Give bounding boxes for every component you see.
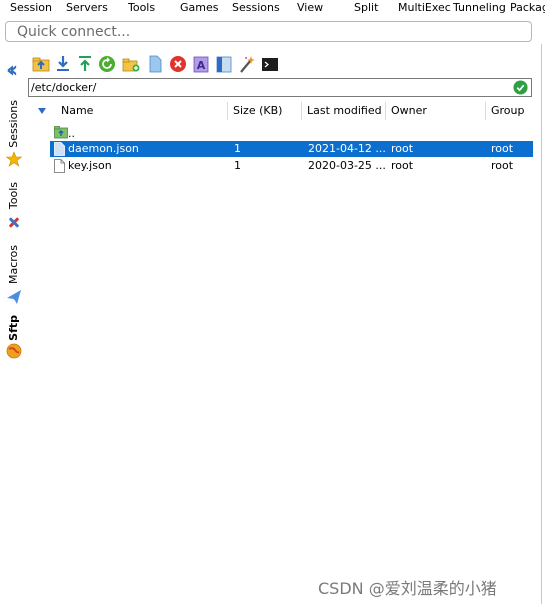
right-divider [541, 44, 542, 604]
column-size[interactable]: Size (KB) [233, 100, 282, 122]
tab-macros-label: Macros [7, 245, 20, 285]
file-group: root [491, 159, 514, 172]
path-bar[interactable]: /etc/docker/ [28, 78, 532, 97]
file-modified: 2020-03-25 ... [308, 159, 386, 172]
refresh-icon[interactable] [98, 54, 116, 74]
file-list-header: Name Size (KB) Last modified Owner Group [30, 100, 534, 122]
send-icon [7, 290, 21, 304]
table-row[interactable]: .. [50, 124, 533, 140]
collapse-sidebar-icon[interactable]: ‹‹ [6, 60, 18, 82]
path-text: /etc/docker/ [31, 81, 97, 94]
tab-sessions-label: Sessions [7, 100, 20, 148]
parent-folder-icon [54, 126, 68, 139]
column-separator [301, 102, 302, 120]
menu-multiexec[interactable]: MultiExec [398, 0, 451, 15]
column-separator [385, 102, 386, 120]
svg-text:A: A [197, 59, 206, 72]
quick-connect-input[interactable] [6, 22, 517, 41]
file-name: key.json [68, 159, 112, 172]
menu-session[interactable]: Session [10, 0, 52, 15]
download-icon[interactable] [54, 54, 72, 74]
column-separator [227, 102, 228, 120]
tab-macros[interactable]: Macros [5, 245, 23, 285]
table-row[interactable]: daemon.json 1 2021-04-12 ... root root [50, 141, 533, 157]
column-group[interactable]: Group [491, 100, 525, 122]
menu-tunneling[interactable]: Tunneling [453, 0, 506, 15]
checkmark-icon[interactable] [513, 80, 528, 95]
tab-tools[interactable]: Tools [5, 182, 23, 212]
tools-icon [9, 217, 19, 228]
file-owner: root [391, 159, 414, 172]
parent-folder-icon[interactable] [32, 54, 50, 74]
menu-sessions[interactable]: Sessions [232, 0, 280, 15]
magic-wand-icon[interactable] [238, 54, 256, 74]
tab-sessions[interactable]: Sessions [5, 100, 23, 148]
file-size: 1 [234, 159, 241, 172]
file-icon [54, 142, 65, 156]
menu-servers[interactable]: Servers [66, 0, 108, 15]
file-group: root [491, 142, 514, 155]
file-size: 1 [234, 142, 241, 155]
new-file-icon[interactable] [146, 54, 164, 74]
file-modified: 2021-04-12 ... [308, 142, 386, 155]
star-icon [6, 151, 22, 167]
menu-tools[interactable]: Tools [128, 0, 155, 15]
menu-packages[interactable]: Packag [510, 0, 545, 15]
tab-tools-label: Tools [7, 182, 20, 210]
file-name: .. [68, 127, 75, 140]
rename-icon[interactable]: A [192, 54, 210, 74]
tab-sftp-label: Sftp [7, 315, 20, 341]
column-separator [485, 102, 486, 120]
properties-icon[interactable] [215, 54, 233, 74]
menu-games[interactable]: Games [180, 0, 218, 15]
column-modified[interactable]: Last modified [307, 100, 382, 122]
sort-arrow-icon[interactable] [38, 108, 46, 114]
menu-view[interactable]: View [297, 0, 323, 15]
terminal-icon[interactable] [261, 54, 279, 74]
column-name[interactable]: Name [61, 100, 93, 122]
table-row[interactable]: key.json 1 2020-03-25 ... root root [50, 158, 533, 174]
menu-split[interactable]: Split [354, 0, 378, 15]
new-folder-icon[interactable] [122, 54, 140, 74]
watermark: CSDN @爱刘温柔的小猪 [318, 579, 497, 598]
delete-icon[interactable] [169, 54, 187, 74]
file-owner: root [391, 142, 414, 155]
quick-connect-box [5, 21, 532, 42]
menu-bar: Session Servers Tools Games Sessions Vie… [0, 0, 545, 16]
file-name: daemon.json [68, 142, 139, 155]
tab-sftp[interactable]: Sftp [5, 315, 23, 341]
file-icon [54, 159, 65, 173]
upload-icon[interactable] [76, 54, 94, 74]
column-owner[interactable]: Owner [391, 100, 427, 122]
globe-icon [6, 343, 22, 359]
